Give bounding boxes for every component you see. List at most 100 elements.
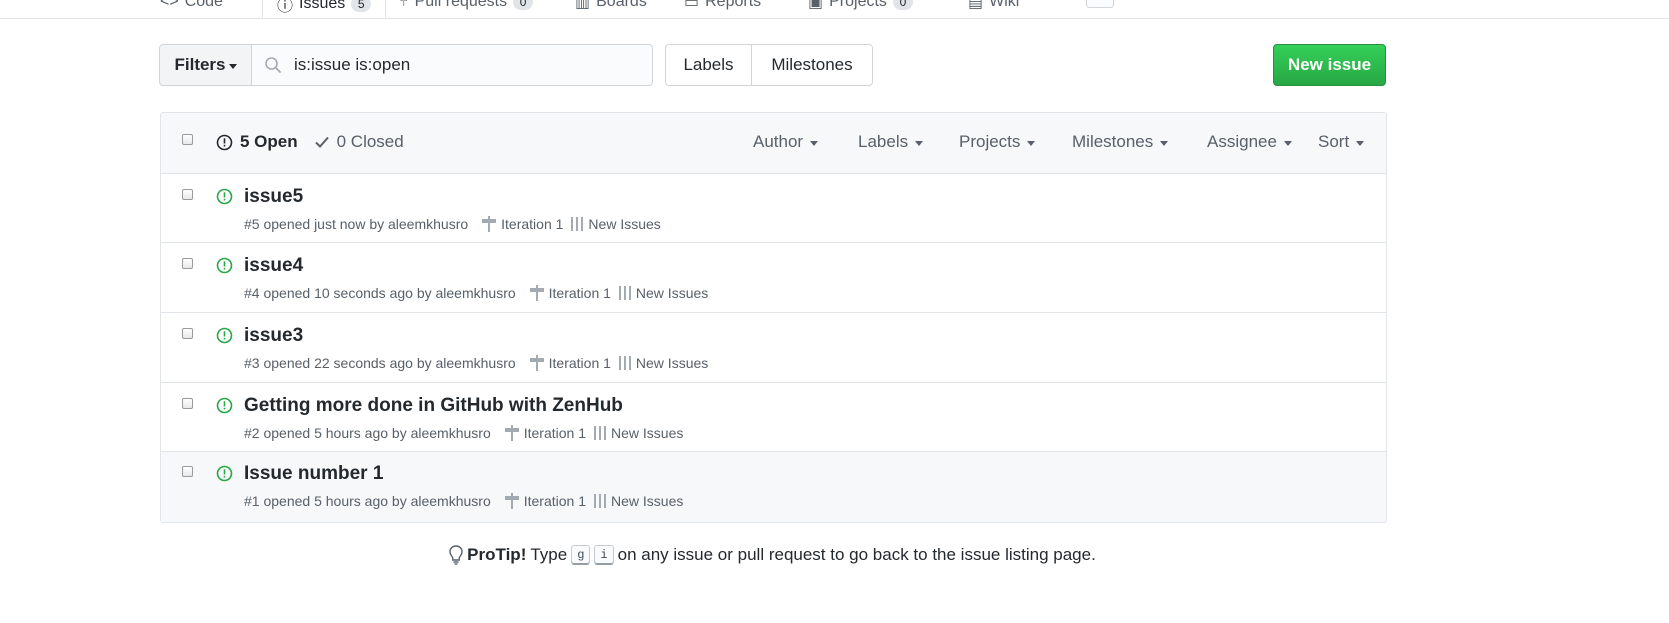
issue-checkbox[interactable] — [182, 328, 193, 339]
issue-checkbox[interactable] — [182, 398, 193, 409]
milestone-label: Iteration 1 — [523, 493, 586, 509]
milestone-icon — [529, 285, 544, 301]
tab-boards[interactable]: ▥ Boards — [575, 0, 647, 16]
project-columns-icon — [618, 356, 631, 370]
tab-count: 5 — [351, 0, 372, 12]
milestones-button[interactable]: Milestones — [751, 44, 873, 86]
filter-label: Assignee — [1207, 132, 1277, 151]
tab-label: Wiki — [989, 0, 1020, 10]
book-icon: ▤ — [968, 0, 984, 11]
light-bulb-icon — [449, 545, 463, 565]
open-issues-link[interactable]: 5 Open — [216, 132, 298, 152]
tab-pull-requests[interactable]: ⑂ Pull requests 0 — [399, 0, 534, 16]
tab-issues[interactable]: ⓘ Issues 5 — [262, 0, 387, 18]
issue-title-link[interactable]: Issue number 1 — [244, 463, 383, 485]
keyboard-key-g: g — [571, 545, 591, 565]
tab-projects[interactable]: ▣ Projects 0 — [808, 0, 913, 16]
tab-more-button[interactable] — [1086, 0, 1114, 8]
milestone-link[interactable]: Iteration 1 — [504, 493, 586, 509]
project-label: New Issues — [611, 425, 684, 441]
filter-label: Author — [753, 132, 804, 151]
issue-title-link[interactable]: issue5 — [244, 186, 303, 208]
issue-checkbox[interactable] — [182, 189, 193, 200]
project-label: New Issues — [635, 285, 709, 301]
tab-label: Boards — [596, 0, 647, 10]
tab-count: 0 — [513, 0, 534, 10]
select-all-checkbox[interactable] — [182, 134, 193, 145]
filter-label: Sort — [1318, 132, 1350, 151]
milestone-icon — [504, 425, 519, 441]
milestone-icon — [529, 355, 544, 371]
project-label: New Issues — [611, 493, 684, 509]
labels-filter[interactable]: Labels — [858, 132, 924, 152]
milestone-link[interactable]: Iteration 1 — [482, 216, 563, 232]
issue-checkbox[interactable] — [182, 466, 193, 477]
issue-title-link[interactable]: issue4 — [244, 255, 303, 277]
project-columns-icon — [594, 426, 606, 440]
tab-reports[interactable]: ▭ Reports — [684, 0, 761, 16]
issue-opened-by: #1 opened 5 hours ago by aleemkhusro — [244, 493, 491, 509]
repo-tabs: <> Code ⓘ Issues 5 ⑂ Pull requests 0 ▥ B… — [0, 0, 1669, 19]
project-link[interactable]: New Issues — [594, 493, 683, 509]
issue-meta: #4 opened 10 seconds ago by aleemkhusro … — [244, 285, 708, 301]
author-filter[interactable]: Author — [753, 132, 819, 152]
tab-code[interactable]: <> Code — [160, 0, 223, 16]
new-issue-button[interactable]: New issue — [1273, 44, 1386, 86]
issue-checkbox[interactable] — [182, 258, 193, 269]
search-field[interactable] — [252, 44, 653, 86]
protip-text-after: on any issue or pull request to go back … — [617, 545, 1096, 564]
milestone-link[interactable]: Iteration 1 — [529, 355, 611, 371]
filter-label: Labels — [858, 132, 909, 151]
issue-meta: #2 opened 5 hours ago by aleemkhusro Ite… — [244, 425, 683, 441]
issue-opened-by: #2 opened 5 hours ago by aleemkhusro — [244, 425, 491, 441]
project-link[interactable]: New Issues — [618, 355, 708, 371]
tab-label: Pull requests — [414, 0, 508, 10]
search-input[interactable] — [292, 54, 636, 76]
sort-filter[interactable]: Sort — [1318, 132, 1365, 152]
labels-button[interactable]: Labels — [665, 44, 752, 86]
reports-icon: ▭ — [684, 0, 700, 11]
issue-title-link[interactable]: issue3 — [244, 325, 303, 347]
caret-down-icon — [1283, 140, 1292, 146]
milestone-icon — [504, 493, 519, 509]
tab-label: Code — [184, 0, 223, 10]
issue-row: issue5 #5 opened just now by aleemkhusro… — [161, 173, 1386, 242]
assignee-filter[interactable]: Assignee — [1207, 132, 1292, 152]
milestone-link[interactable]: Iteration 1 — [529, 285, 611, 301]
closed-issues-link[interactable]: 0 Closed — [314, 132, 404, 152]
issue-meta: #5 opened just now by aleemkhusro Iterat… — [244, 216, 661, 232]
issue-states: 5 Open 0 Closed — [216, 132, 404, 152]
issue-opened-icon — [216, 397, 233, 414]
issues-list: 5 Open 0 Closed Author Labels Projects M… — [160, 112, 1387, 523]
caret-down-icon — [1356, 140, 1365, 146]
milestone-link[interactable]: Iteration 1 — [504, 425, 586, 441]
caret-down-icon — [1160, 140, 1169, 146]
tab-wiki[interactable]: ▤ Wiki — [968, 0, 1019, 16]
tab-label: Projects — [829, 0, 887, 10]
closed-count-label: 0 Closed — [336, 132, 404, 151]
caret-down-icon — [1027, 140, 1036, 146]
project-columns-icon — [571, 217, 584, 231]
project-link[interactable]: New Issues — [618, 285, 709, 301]
milestones-filter[interactable]: Milestones — [1072, 132, 1169, 152]
check-icon — [314, 136, 329, 148]
tab-count: 0 — [892, 0, 913, 10]
issue-opened-icon — [216, 327, 233, 344]
issue-title-link[interactable]: Getting more done in GitHub with ZenHub — [244, 395, 623, 417]
filter-label: Milestones — [1072, 132, 1154, 151]
filters-button[interactable]: Filters — [159, 44, 252, 86]
projects-filter[interactable]: Projects — [959, 132, 1036, 152]
project-link[interactable]: New Issues — [571, 216, 661, 232]
issue-meta: #1 opened 5 hours ago by aleemkhusro Ite… — [244, 493, 683, 509]
issue-row: issue4 #4 opened 10 seconds ago by aleem… — [161, 242, 1386, 312]
caret-down-icon — [915, 140, 924, 146]
issue-row: issue3 #3 opened 22 seconds ago by aleem… — [161, 312, 1386, 382]
project-columns-icon — [594, 494, 606, 508]
issue-opened-icon — [216, 134, 233, 150]
open-count-label: 5 Open — [240, 132, 298, 151]
project-link[interactable]: New Issues — [594, 425, 683, 441]
milestone-icon — [482, 216, 497, 232]
issues-list-header: 5 Open 0 Closed Author Labels Projects M… — [161, 113, 1386, 174]
new-issue-label: New issue — [1287, 55, 1372, 74]
code-icon: <> — [160, 0, 179, 10]
